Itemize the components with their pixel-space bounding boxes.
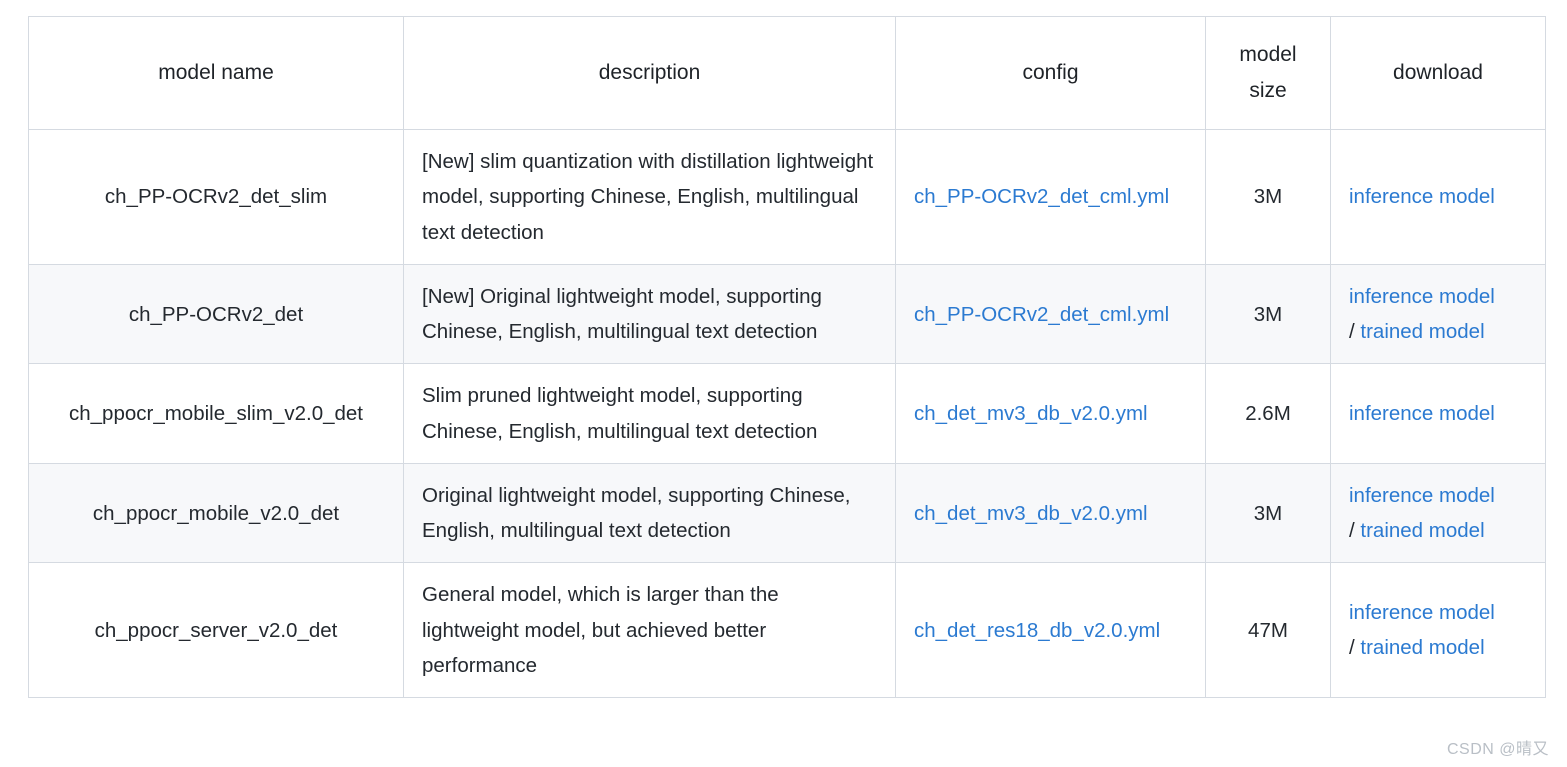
download-separator: / (1349, 519, 1355, 543)
ocr-detection-model-table: model name description config model size… (28, 15, 1546, 699)
table-body: ch_PP-OCRv2_det_slim [New] slim quantiza… (28, 129, 1546, 699)
inference-model-link[interactable]: inference model (1349, 601, 1495, 624)
cell-description: [New] Original lightweight model, suppor… (403, 263, 896, 365)
download-links: inference model / trained model (1349, 478, 1527, 549)
download-links: inference model (1349, 396, 1527, 431)
column-header-config: config (895, 15, 1206, 131)
column-header-model-size: model size (1205, 15, 1331, 131)
cell-model-size: 2.6M (1205, 363, 1331, 464)
csdn-watermark: CSDN @晴又 (1446, 741, 1549, 758)
cell-download: inference model (1330, 363, 1546, 464)
model-table-container: model name description config model size… (28, 15, 1546, 699)
cell-config: ch_det_res18_db_v2.0.yml (895, 562, 1206, 699)
column-header-model-name: model name (28, 15, 404, 131)
cell-config: ch_PP-OCRv2_det_cml.yml (895, 263, 1206, 365)
table-row: ch_ppocr_server_v2.0_det General model, … (28, 562, 1546, 699)
download-links: inference model / trained model (1349, 279, 1527, 350)
cell-description: Slim pruned lightweight model, supportin… (403, 363, 896, 464)
config-link[interactable]: ch_det_mv3_db_v2.0.yml (914, 502, 1148, 525)
cell-download: inference model (1330, 129, 1546, 265)
cell-config: ch_det_mv3_db_v2.0.yml (895, 363, 1206, 464)
config-link[interactable]: ch_det_res18_db_v2.0.yml (914, 619, 1160, 642)
table-header-row: model name description config model size… (28, 15, 1546, 131)
inference-model-link[interactable]: inference model (1349, 285, 1495, 308)
download-separator: / (1349, 320, 1355, 344)
download-links: inference model (1349, 179, 1527, 214)
cell-model-name: ch_ppocr_server_v2.0_det (28, 562, 404, 699)
download-links: inference model / trained model (1349, 595, 1527, 666)
cell-description: [New] slim quantization with distillatio… (403, 129, 896, 265)
cell-model-name: ch_PP-OCRv2_det (28, 263, 404, 365)
cell-model-name: ch_ppocr_mobile_slim_v2.0_det (28, 363, 404, 464)
cell-model-size: 3M (1205, 129, 1331, 265)
cell-model-size: 47M (1205, 562, 1331, 699)
cell-description: Original lightweight model, supporting C… (403, 462, 896, 564)
config-link[interactable]: ch_PP-OCRv2_det_cml.yml (914, 303, 1169, 326)
column-header-model-size-line2: size (1249, 79, 1287, 103)
trained-model-link[interactable]: trained model (1360, 519, 1484, 542)
table-row: ch_PP-OCRv2_det_slim [New] slim quantiza… (28, 129, 1546, 265)
cell-description: General model, which is larger than the … (403, 562, 896, 699)
cell-config: ch_PP-OCRv2_det_cml.yml (895, 129, 1206, 265)
table-row: ch_ppocr_mobile_v2.0_det Original lightw… (28, 462, 1546, 564)
table-row: ch_PP-OCRv2_det [New] Original lightweig… (28, 263, 1546, 365)
inference-model-link[interactable]: inference model (1349, 402, 1495, 425)
column-header-model-size-line1: model (1239, 43, 1297, 66)
inference-model-link[interactable]: inference model (1349, 484, 1495, 507)
column-header-download: download (1330, 15, 1546, 131)
cell-download: inference model / trained model (1330, 263, 1546, 365)
cell-model-name: ch_ppocr_mobile_v2.0_det (28, 462, 404, 564)
config-link[interactable]: ch_det_mv3_db_v2.0.yml (914, 402, 1148, 425)
cell-model-size: 3M (1205, 263, 1331, 365)
config-link[interactable]: ch_PP-OCRv2_det_cml.yml (914, 185, 1169, 208)
table-row: ch_ppocr_mobile_slim_v2.0_det Slim prune… (28, 363, 1546, 464)
cell-model-name: ch_PP-OCRv2_det_slim (28, 129, 404, 265)
cell-config: ch_det_mv3_db_v2.0.yml (895, 462, 1206, 564)
inference-model-link[interactable]: inference model (1349, 185, 1495, 208)
cell-model-size: 3M (1205, 462, 1331, 564)
download-separator: / (1349, 636, 1355, 660)
trained-model-link[interactable]: trained model (1360, 320, 1484, 343)
cell-download: inference model / trained model (1330, 462, 1546, 564)
column-header-description: description (403, 15, 896, 131)
cell-download: inference model / trained model (1330, 562, 1546, 699)
table-header: model name description config model size… (28, 15, 1546, 131)
trained-model-link[interactable]: trained model (1360, 636, 1484, 659)
